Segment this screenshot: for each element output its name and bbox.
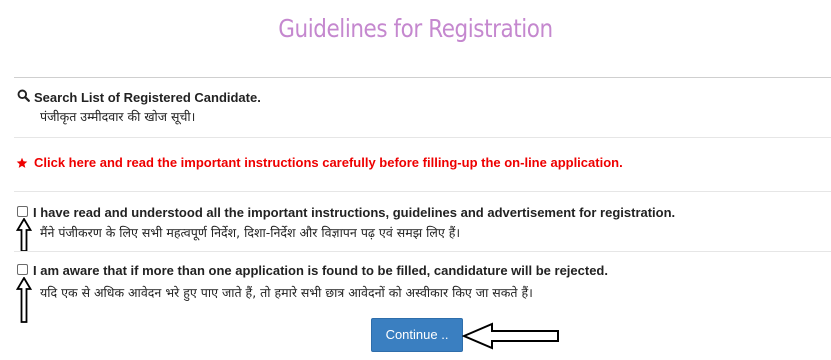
search-registered-row: Search List of Registered Candidate. [17,89,261,105]
important-instructions-link[interactable]: Click here and read the important instru… [16,155,623,170]
declaration-checkbox-multiple-applications[interactable] [17,264,28,275]
declaration-hindi-multiple-applications: यदि एक से अधिक आवेदन भरे हुए पाए जाते है… [40,285,533,300]
search-icon [17,89,34,105]
declaration-hindi-instructions: मैंने पंजीकरण के लिए सभी महत्वपूर्ण निर्… [40,225,461,240]
header-divider [14,77,831,78]
section-divider [14,137,831,138]
left-arrow-icon [462,322,559,350]
declaration-label-multiple-applications: I am aware that if more than one applica… [33,263,608,278]
registration-guidelines-page: Guidelines for Registration Search List … [0,0,831,360]
page-title: Guidelines for Registration [278,14,553,43]
declaration-label-instructions: I have read and understood all the impor… [33,205,676,220]
continue-button[interactable]: Continue .. [371,318,463,352]
important-instructions-label: Click here and read the important instru… [34,155,623,170]
search-registered-hindi-text: पंजीकृत उम्मीदवार की खोज सूची। [40,109,196,124]
section-divider [14,191,831,192]
up-arrow-icon [16,277,32,323]
section-divider [14,251,831,252]
star-icon [16,157,28,169]
declaration-checkbox-instructions[interactable] [17,206,28,217]
search-registered-link[interactable]: Search List of Registered Candidate. [34,90,261,105]
up-arrow-icon [16,218,32,252]
